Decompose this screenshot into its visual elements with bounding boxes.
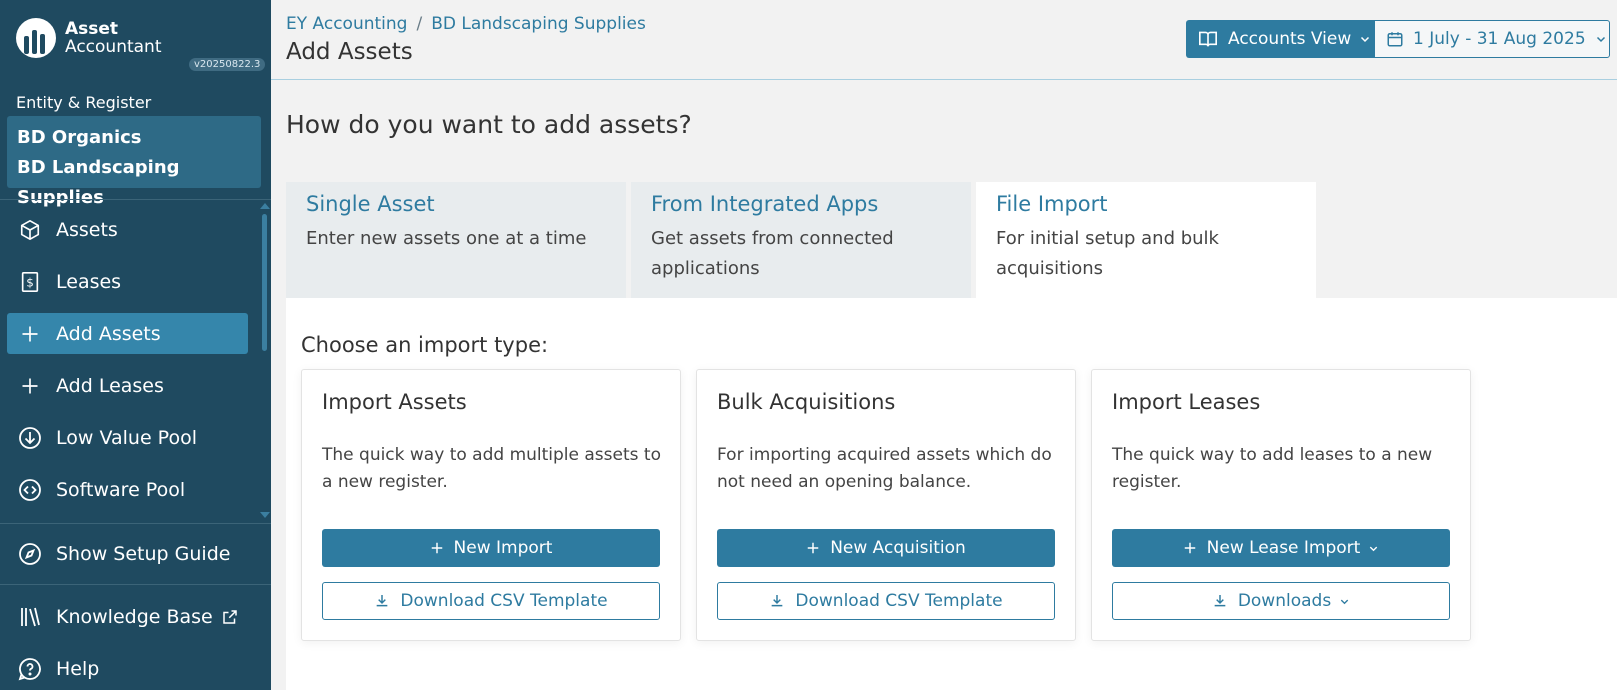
breadcrumb-link-register[interactable]: BD Landscaping Supplies [431,14,646,34]
lease-dollar-icon: $ [17,269,43,295]
download-csv-template-button[interactable]: Download CSV Template [322,582,660,620]
version-badge: v20250822.3 [189,58,266,71]
card-title: Bulk Acquisitions [717,390,896,414]
plus-icon [806,541,820,555]
sidebar-item-leases[interactable]: $ Leases [7,261,248,302]
calendar-icon [1386,30,1404,48]
tab-file-import[interactable]: File Import For initial setup and bulk a… [976,182,1316,298]
sidebar-item-label: Assets [56,218,118,241]
sidebar-item-add-leases[interactable]: Add Leases [7,365,248,406]
breadcrumb: EY Accounting / BD Landscaping Supplies [286,14,646,34]
card-description: The quick way to add leases to a new reg… [1112,445,1433,492]
box-icon [17,217,43,243]
download-csv-template-button[interactable]: Download CSV Template [717,582,1055,620]
sidebar-item-label: Leases [56,270,122,293]
download-icon [374,593,390,609]
entity-register-selector[interactable]: BD Organics BD Landscaping Supplies [7,116,261,208]
sidebar-item-knowledge-base[interactable]: Knowledge Base [7,596,248,637]
chevron-down-icon [1368,543,1379,554]
sidebar-item-label: Low Value Pool [56,426,197,449]
sidebar-item-help[interactable]: Help [7,648,248,689]
register-name: BD Landscaping Supplies [17,157,180,208]
page-title: Add Assets [286,39,413,65]
button-label: New Acquisition [830,538,966,558]
sidebar-scrollbar[interactable] [262,214,267,351]
tab-title: Single Asset [306,192,435,216]
date-range-dropdown[interactable]: 1 July - 31 Aug 2025 [1374,20,1610,58]
button-label: Download CSV Template [795,591,1003,611]
section-question: How do you want to add assets? [286,110,692,139]
chevron-down-icon [1595,33,1607,45]
plus-icon [17,373,43,399]
sidebar-item-label: Software Pool [56,478,186,501]
tab-description: For initial setup and bulk acquisitions [996,228,1219,279]
breadcrumb-link-client[interactable]: EY Accounting [286,14,407,34]
arrow-down-circle-icon [17,425,43,451]
tab-integrated-apps[interactable]: From Integrated Apps Get assets from con… [631,182,971,298]
choose-import-type-label: Choose an import type: [301,333,549,357]
downloads-dropdown-button[interactable]: Downloads [1112,582,1450,620]
tab-single-asset[interactable]: Single Asset Enter new assets one at a t… [286,182,626,298]
code-circle-icon [17,477,43,503]
tab-title: From Integrated Apps [651,192,879,216]
card-description: The quick way to add multiple assets to … [322,445,661,492]
button-label: Download CSV Template [400,591,608,611]
external-link-icon [221,608,239,626]
tab-description: Get assets from connected applications [651,228,894,279]
card-title: Import Leases [1112,390,1261,414]
sidebar-item-label: Help [56,657,100,680]
book-open-icon [1198,30,1218,48]
card-import-assets: Import Assets The quick way to add multi… [301,369,681,641]
svg-text:$: $ [26,275,34,289]
plus-icon [1183,541,1197,555]
button-label: New Import [453,538,553,558]
top-header: EY Accounting / BD Landscaping Supplies Ad… [271,0,1617,80]
sidebar: Asset Accountant v20250822.3 Entity & Re… [0,0,271,690]
date-range-label: 1 July - 31 Aug 2025 [1413,29,1586,49]
card-title: Import Assets [322,390,467,414]
new-lease-import-button[interactable]: New Lease Import [1112,529,1450,567]
sidebar-item-low-value-pool[interactable]: Low Value Pool [7,417,248,458]
accounts-view-label: Accounts View [1228,29,1352,49]
entity-name: BD Organics [17,127,142,148]
chevron-down-icon [1339,596,1350,607]
button-label: Downloads [1237,591,1332,611]
download-icon [1212,593,1228,609]
logo-text-accountant: Accountant [65,37,162,57]
tab-title: File Import [996,192,1108,216]
card-description: For importing acquired assets which do n… [717,445,1052,492]
app-logo[interactable]: Asset Accountant [16,18,162,58]
help-chat-icon [17,656,43,682]
breadcrumb-separator: / [416,14,423,34]
sidebar-divider [0,523,271,524]
sidebar-item-label: Knowledge Base [56,605,213,628]
card-bulk-acquisitions: Bulk Acquisitions For importing acquired… [696,369,1076,641]
sidebar-item-setup-guide[interactable]: Show Setup Guide [7,533,248,574]
sidebar-item-label: Add Assets [56,322,161,345]
sidebar-item-software-pool[interactable]: Software Pool [7,469,248,510]
plus-icon [430,541,444,555]
accounts-view-dropdown[interactable]: Accounts View [1186,20,1374,58]
logo-text-asset: Asset [65,19,119,39]
new-acquisition-button[interactable]: New Acquisition [717,529,1055,567]
entity-register-label: Entity & Register [16,93,152,112]
library-icon [17,604,43,630]
scroll-up-arrow[interactable] [260,203,270,209]
logo-icon [16,18,56,58]
compass-icon [17,541,43,567]
sidebar-item-assets[interactable]: Assets [7,209,248,250]
sidebar-divider [0,584,271,585]
sidebar-item-label: Add Leases [56,374,164,397]
sidebar-divider [0,199,271,200]
card-import-leases: Import Leases The quick way to add lease… [1091,369,1471,641]
tab-description: Enter new assets one at a time [306,228,587,249]
sidebar-item-add-assets[interactable]: Add Assets [7,313,248,354]
plus-icon [17,321,43,347]
download-icon [769,593,785,609]
button-label: New Lease Import [1206,538,1361,558]
sidebar-item-label: Show Setup Guide [56,542,231,565]
chevron-down-icon [1359,33,1371,45]
new-import-button[interactable]: New Import [322,529,660,567]
scroll-down-arrow[interactable] [260,512,270,518]
